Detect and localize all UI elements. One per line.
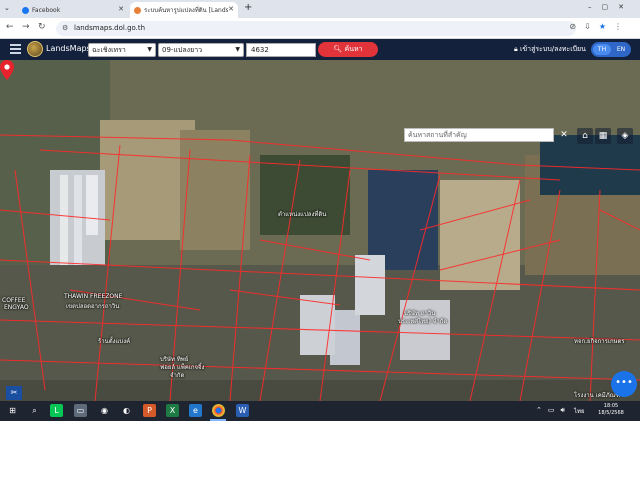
map-label-store: ร้านตั้งแบงค์ [98,338,131,345]
site-info-icon[interactable]: ⚙ [62,21,68,36]
district-value: 09-แปลงยาว [162,46,203,54]
brand-name: LandsMaps [46,44,91,53]
window-controls[interactable]: –▢✕ [588,3,634,11]
powerpoint-icon[interactable]: P [143,404,156,417]
home-icon[interactable]: ⌂ [577,128,593,144]
language-toggle[interactable]: TH EN [591,42,631,57]
map-label-freezone-2: เขตปลอดอากรถาวิน [66,303,120,310]
address-bar: ← → ↻ ⚙ landsmaps.dol.go.th ⊘⇩★⋮ [0,18,640,39]
province-select[interactable]: ฉะเชิงเทรา ▼ [88,43,156,57]
measure-tool-icon[interactable]: ✂ [6,386,22,400]
chrome-icon[interactable] [212,404,225,417]
parcel-number-input[interactable]: 4632 [246,43,316,57]
map-imagery [0,60,640,401]
system-tray-icons[interactable]: ⌃▭🔊︎ [536,406,571,415]
login-link[interactable]: 🔒︎ เข้าสู่ระบบ/ลงทะเบียน [514,44,586,55]
screen-capture: ค้นหาสถานที่สำคัญ ✕ ⌂ ▦ ◈ ตำแหน่งแปลงที่… [0,60,640,421]
satellite-map[interactable]: ค้นหาสถานที่สำคัญ ✕ ⌂ ▦ ◈ ตำแหน่งแปลงที่… [0,60,640,401]
close-icon[interactable]: ✕ [558,128,570,142]
app-header: LandsMaps ฉะเชิงเทรา ▼ 09-แปลงยาว ▼ 4632… [0,39,640,60]
url-input[interactable]: ⚙ landsmaps.dol.go.th [56,21,576,36]
chevron-down-icon: ▼ [235,46,240,53]
excel-icon[interactable]: X [166,404,179,417]
file-explorer-icon[interactable]: ▭ [74,404,87,417]
layers-icon[interactable]: ◈ [617,128,633,144]
map-label-east-1: หจก.ยกิจการเกษตร [574,338,625,345]
lock-icon: 🔒︎ [514,45,518,53]
district-select[interactable]: 09-แปลงยาว ▼ [158,43,244,57]
tab-landsmaps[interactable]: ระบบค้นหารูปแปลงที่ดิน [LandsMa ✕ [130,2,238,18]
chevron-down-icon: ▼ [147,46,152,53]
reload-icon[interactable]: ↻ [38,22,46,32]
map-label-factory-2: ประเทศไทย) จำกัด [398,318,448,325]
place-search-input[interactable]: ค้นหาสถานที่สำคัญ [404,128,554,142]
more-options-button[interactable]: ••• [611,371,637,397]
search-icon[interactable]: ⌕ [28,404,41,417]
province-value: ฉะเชิงเทรา [92,46,126,54]
clock-date: 18/5/2568 [598,410,624,416]
windows-start-icon[interactable]: ⊞ [6,404,19,417]
grid-icon[interactable]: ▦ [595,128,611,144]
landsmaps-favicon-icon [134,6,141,14]
plus-icon[interactable]: + [244,2,252,13]
login-label: เข้าสู่ระบบ/ลงทะเบียน [519,45,586,53]
lang-th-button[interactable]: TH [593,44,611,55]
line-app-icon[interactable]: L [50,404,63,417]
lang-en-button[interactable]: EN [613,44,629,55]
tab-label: ระบบค้นหารูปแปลงที่ดิน [LandsMa [144,7,228,14]
logo [27,41,43,57]
back-icon[interactable]: ← [6,22,14,32]
close-icon[interactable]: ✕ [228,5,234,13]
active-app-indicator [210,419,226,421]
tab-label: Facebook [32,6,61,14]
tab-search-icon[interactable]: ⌄ [4,4,10,12]
address-bar-actions[interactable]: ⊘⇩★⋮ [569,22,630,31]
map-label-coffee-2: ENGYAO [4,304,29,311]
app-icon[interactable]: ◉ [98,404,111,417]
search-icon: 🔍︎ [333,45,343,53]
pin-label: ตำแหน่งแปลงที่ดิน [278,211,327,218]
input-language[interactable]: ไทย [574,406,585,416]
url-text: landsmaps.dol.go.th [74,24,146,32]
search-button-label: ค้นหา [344,45,363,53]
facebook-icon [22,6,29,14]
map-label-coffee: COFFEE [2,297,26,304]
browser-tab-strip: ⌄ Facebook ✕ ระบบค้นหารูปแปลงที่ดิน [Lan… [0,0,640,18]
map-label-freezone: THAWIN FREEZONE [64,293,123,300]
edge-icon[interactable]: e [189,404,202,417]
star-icon[interactable]: ★ [599,22,614,31]
map-label-south-3: จำกัด [170,372,185,379]
tab-facebook[interactable]: Facebook ✕ [18,2,128,18]
app-icon[interactable]: ◐ [120,404,133,417]
search-button[interactable]: 🔍︎ ค้นหา [318,42,378,57]
clock-time: 18:05 [603,403,619,409]
forward-icon[interactable]: → [22,22,30,32]
close-icon[interactable]: ✕ [118,5,124,13]
clock[interactable]: 18:05 18/5/2568 [596,403,626,417]
menu-icon[interactable] [10,44,21,54]
taskbar: ⊞ ⌕ L ▭ ◉ ◐ P X e W ⌃▭🔊︎ ไทย 18:05 18/5/… [0,401,640,421]
word-icon[interactable]: W [236,404,249,417]
location-pin-icon[interactable] [0,60,14,80]
